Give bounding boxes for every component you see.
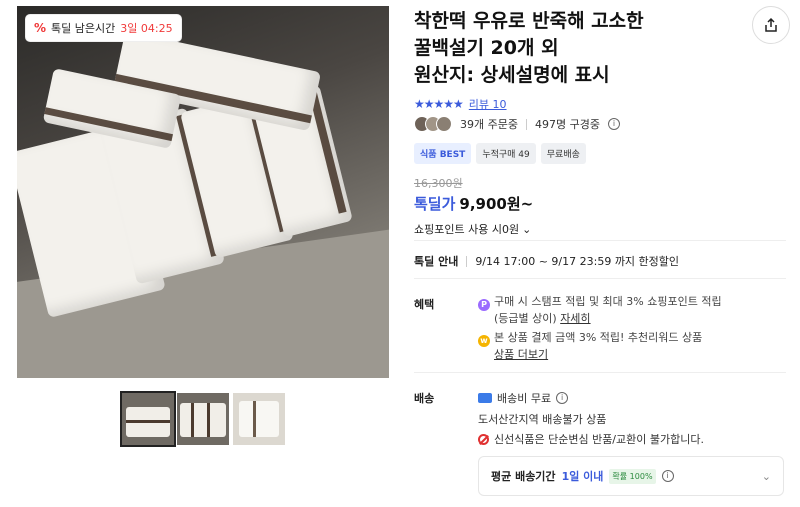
tag-food-best[interactable]: 식품 BEST [414, 143, 472, 164]
info-icon[interactable]: i [556, 392, 569, 404]
deal-timer-badge: % 톡딜 남은시간 3일 04:25 [26, 15, 181, 41]
deal-info-period: 9/14 17:00 ~ 9/17 23:59 까지 한정할인 [475, 255, 680, 268]
benefit-stamp: P 구매 시 스탬프 적립 및 최대 3% 쇼핑포인트 적립 (등급별 상이) 자… [478, 294, 722, 327]
share-icon [765, 17, 777, 32]
product-title-line-2: 꿀백설기 20개 외 [414, 37, 559, 59]
product-main-image[interactable] [17, 6, 389, 378]
thumbnail-1[interactable] [120, 391, 176, 447]
product-title-line-1: 착한떡 우유로 반죽해 고소한 [414, 10, 644, 32]
percent-icon: % [34, 21, 47, 35]
probability-badge: 확률 100% [609, 468, 656, 484]
deal-info-label: 톡딜 안내 [414, 255, 459, 268]
product-title: 착한떡 우유로 반죽해 고소한 꿀백설기 20개 외 원산지: 상세설명에 표시 [414, 8, 734, 89]
product-tags: 식품 BEST 누적구매 49 무료배송 [414, 143, 586, 164]
original-price: 16,300원 [414, 177, 463, 190]
thumbnail-2[interactable] [177, 393, 229, 445]
thumbnail-3[interactable] [233, 393, 285, 445]
shipping-remote: 도서산간지역 배송불가 상품 [478, 413, 607, 426]
benefit-detail-link[interactable]: 자세히 [560, 312, 590, 325]
info-icon[interactable]: i [607, 118, 620, 130]
point-usage-label: 쇼핑포인트 사용 시0원 [414, 223, 520, 236]
reward-icon: w [478, 335, 490, 347]
info-icon[interactable]: i [661, 470, 674, 482]
purchase-stats: 39개 주문중 497명 구경중 i [414, 116, 620, 132]
tag-cumulative: 누적구매 49 [476, 143, 536, 164]
share-button[interactable] [752, 6, 790, 44]
deal-info-row: 톡딜 안내 9/14 17:00 ~ 9/17 23:59 까지 한정할인 [414, 253, 679, 269]
viewer-count: 497명 구경중 [534, 118, 600, 131]
deal-price-label: 톡딜가 [414, 195, 456, 213]
tag-free-shipping: 무료배송 [540, 143, 586, 164]
order-count: 39개 주문중 [460, 118, 518, 131]
point-icon: P [478, 299, 490, 311]
avg-shipping-label: 평균 배송기간 [491, 470, 556, 483]
deal-timer-value: 3일 04:25 [120, 22, 173, 35]
average-shipping-box[interactable]: 평균 배송기간 1일 이내 확률 100% i ⌄ [478, 456, 784, 496]
review-link[interactable]: 리뷰 10 [469, 96, 507, 112]
shipping-label: 배송 [414, 392, 435, 405]
prohibited-icon [478, 433, 489, 445]
shipping-free: 배송비 무료 i [478, 390, 569, 406]
chevron-down-icon[interactable]: ⌄ [762, 470, 771, 483]
shipping-fresh-notice: 신선식품은 단순변심 반품/교환이 불가합니다. [478, 431, 704, 447]
deal-price: 톡딜가 9,900원~ [414, 193, 533, 214]
truck-icon [478, 393, 492, 403]
avg-shipping-value: 1일 이내 [561, 470, 604, 483]
benefits-label: 혜택 [414, 298, 435, 311]
deal-timer-label: 톡딜 남은시간 [51, 22, 116, 35]
benefit-reward: w본 상품 결제 금액 3% 적립! 추천리워드 상품 상품 더보기 [478, 330, 702, 363]
point-usage[interactable]: 쇼핑포인트 사용 시0원 ⌄ [414, 221, 531, 237]
chevron-down-icon: ⌄ [522, 222, 532, 236]
buyer-avatars [414, 116, 452, 132]
benefit-more-link[interactable]: 상품 더보기 [494, 348, 548, 361]
deal-price-value: 9,900원~ [459, 195, 534, 213]
product-title-line-3: 원산지: 상세설명에 표시 [414, 64, 610, 86]
rating-row: ★★★★★ 리뷰 10 [414, 96, 507, 112]
star-rating-icon: ★★★★★ [414, 97, 464, 111]
